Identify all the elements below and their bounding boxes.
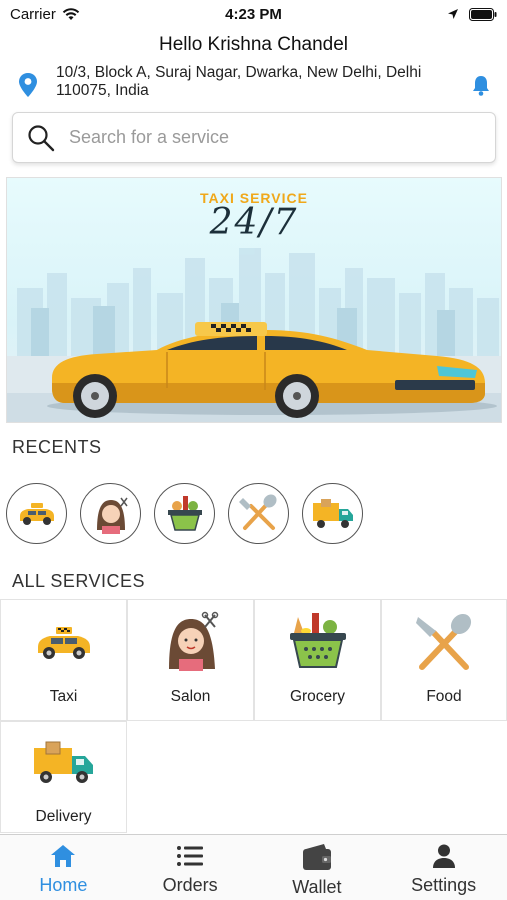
list-icon	[177, 846, 204, 866]
recents-title: RECENTS	[12, 437, 102, 457]
location-pin-icon	[19, 73, 37, 97]
status-bar: Carrier 4:23 PM	[0, 0, 507, 28]
grocery-icon	[167, 495, 202, 531]
greeting-title: Hello Krishna Chandel	[158, 34, 349, 55]
service-label: Delivery	[35, 808, 92, 825]
address-text: 10/3, Block A, Suraj Nagar, Dwarka, New …	[56, 64, 422, 99]
search-icon	[28, 124, 55, 151]
home-icon	[51, 845, 76, 867]
service-tile-food[interactable]: Food	[381, 599, 507, 721]
recent-item-salon[interactable]	[80, 483, 141, 544]
service-label: Food	[426, 688, 462, 705]
salon-icon	[168, 611, 218, 671]
bell-icon[interactable]	[471, 74, 491, 96]
food-icon	[416, 613, 472, 670]
tab-label: Home	[39, 875, 88, 895]
taxi-icon	[19, 502, 54, 525]
delivery-icon	[312, 498, 353, 528]
food-icon	[238, 493, 277, 530]
person-icon	[432, 844, 455, 868]
tab-settings[interactable]: Settings	[380, 835, 507, 900]
recent-item-grocery[interactable]	[154, 483, 215, 544]
promo-banner[interactable]: TAXI SERVICE 24/7	[6, 177, 502, 423]
recents-list	[6, 483, 501, 547]
battery-icon	[469, 7, 497, 21]
service-label: Taxi	[49, 688, 78, 705]
tab-home[interactable]: Home	[0, 835, 127, 900]
recent-item-delivery[interactable]	[302, 483, 363, 544]
all-services-title: ALL SERVICES	[12, 571, 146, 591]
search-input[interactable]	[69, 127, 469, 148]
bottom-tab-bar: Home Orders Wallet Settings	[0, 834, 507, 900]
tab-orders[interactable]: Orders	[127, 835, 254, 900]
recent-item-food[interactable]	[228, 483, 289, 544]
service-tile-taxi[interactable]: Taxi	[0, 599, 127, 721]
wallet-icon	[302, 844, 331, 870]
taxi-icon	[37, 627, 90, 659]
recent-item-taxi[interactable]	[6, 483, 67, 544]
grocery-icon	[289, 613, 346, 668]
service-label: Grocery	[289, 688, 346, 705]
location-arrow-icon	[448, 9, 458, 19]
tab-label: Wallet	[292, 877, 342, 897]
tab-label: Orders	[162, 875, 218, 895]
address-row[interactable]: 10/3, Block A, Suraj Nagar, Dwarka, New …	[0, 64, 507, 102]
service-tile-delivery[interactable]: Delivery	[0, 721, 127, 833]
banner-subtitle: 24/7	[209, 202, 299, 243]
wifi-icon	[62, 7, 80, 20]
service-tile-grocery[interactable]: Grocery	[254, 599, 381, 721]
salon-icon	[96, 497, 128, 534]
delivery-icon	[33, 741, 93, 783]
tab-wallet[interactable]: Wallet	[254, 835, 381, 900]
tab-label: Settings	[411, 875, 477, 895]
search-bar[interactable]	[12, 112, 496, 163]
carrier-label: Carrier	[10, 5, 56, 23]
service-label: Salon	[170, 688, 211, 705]
service-tile-salon[interactable]: Salon	[127, 599, 254, 721]
